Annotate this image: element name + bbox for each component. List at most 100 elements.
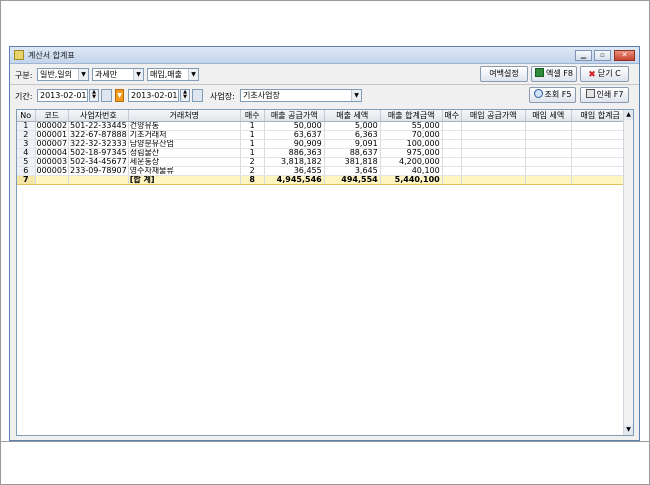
table-cell: 1: [240, 130, 265, 140]
table-cell: 2: [17, 130, 36, 140]
col-header[interactable]: 매입 합계금: [571, 110, 630, 122]
gubun-label: 구분:: [15, 71, 33, 80]
calendar-icon[interactable]: [101, 89, 112, 102]
table-cell: 1: [240, 121, 265, 131]
table-cell: 40,100: [380, 166, 443, 176]
tax-select[interactable]: 과세만 ▼: [92, 68, 144, 81]
table-cell: 322-67-87888: [68, 130, 129, 140]
close-label: 닫기 C: [597, 69, 621, 78]
date-from-input[interactable]: 2013-02-01: [37, 89, 88, 102]
summary-table: No 코드 사업자번호 거래처명 매수 매출 공급가액 매출 세액 매출 합계금…: [17, 110, 630, 185]
table-cell: [525, 157, 572, 167]
excel-label: 엑셀 F8: [546, 69, 573, 78]
site-select[interactable]: 기초사업장 ▼: [240, 89, 362, 102]
type-select[interactable]: 매입,매출 ▼: [147, 68, 199, 81]
calendar-icon[interactable]: [192, 89, 203, 102]
close-x-icon: ✖: [588, 70, 596, 80]
table-cell: [442, 166, 462, 176]
col-header[interactable]: 사업자번호: [68, 110, 129, 122]
table-cell: 70,000: [380, 130, 443, 140]
table-cell: 975,000: [380, 148, 443, 158]
minimize-icon[interactable]: ▁: [575, 50, 592, 61]
gubun-value: 일반,일의: [40, 70, 72, 79]
table-row[interactable]: 3 000007 322-32-32333 남양분유산업 1 90,909 9,091 100…: [17, 139, 630, 149]
summary-grid[interactable]: No 코드 사업자번호 거래처명 매수 매출 공급가액 매출 세액 매출 합계금…: [16, 109, 634, 436]
total-row[interactable]: 7 [합 계] 8 4,945,546 494,554 5,440,100: [17, 175, 630, 185]
period-toolbar: 기간: 2013-02-01 ▲ ▼ ▼ 2013-02-01 ▲ ▼ 사업장: 기…: [10, 86, 639, 108]
table-cell: 381,818: [324, 157, 381, 167]
margin-settings-label: 여백설정: [489, 69, 519, 78]
scroll-down-icon[interactable]: ▼: [624, 425, 633, 435]
col-header[interactable]: 매출 세액: [324, 110, 381, 122]
table-cell: 000005: [35, 166, 70, 176]
scroll-up-icon[interactable]: ▲: [624, 110, 633, 120]
table-cell: 6,363: [324, 130, 381, 140]
chevron-down-icon: ▼: [351, 90, 361, 101]
table-cell: [461, 148, 526, 158]
period-dropdown-button[interactable]: ▼: [115, 89, 124, 102]
table-row[interactable]: 1 000002 501-22-33445 건양유통 1 50,000 5,000 55,00…: [17, 121, 630, 131]
table-cell: [571, 130, 630, 140]
site-value: 기초사업장: [243, 91, 280, 100]
table-cell: 1: [17, 121, 36, 131]
gubun-select[interactable]: 일반,일의 ▼: [37, 68, 89, 81]
bottom-divider: [0, 441, 650, 442]
table-cell: [461, 130, 526, 140]
excel-button[interactable]: 엑셀 F8: [531, 66, 577, 82]
close-button[interactable]: ✖ 닫기 C: [580, 66, 629, 82]
col-header[interactable]: 매출 공급가액: [264, 110, 325, 122]
col-header[interactable]: No: [17, 110, 36, 122]
table-cell: [571, 121, 630, 131]
table-cell: 502-18-97345: [68, 148, 129, 158]
date-to-input[interactable]: 2013-02-01: [128, 89, 179, 102]
vertical-scrollbar[interactable]: ▲ ▼: [623, 110, 633, 435]
maximize-icon[interactable]: ▫: [594, 50, 611, 61]
table-cell: 000007: [35, 139, 70, 149]
date-to-spinner[interactable]: ▲ ▼: [180, 89, 190, 102]
table-cell: 영수자재물류: [128, 166, 241, 176]
col-header[interactable]: 매출 합계금액: [380, 110, 443, 122]
col-header[interactable]: 매수: [442, 110, 462, 122]
search-icon: [533, 89, 543, 98]
table-cell: [571, 175, 630, 185]
type-value: 매입,매출: [150, 70, 182, 79]
chevron-down-icon: ▼: [133, 69, 143, 80]
print-button[interactable]: 인쇄 F7: [580, 87, 629, 103]
table-cell: 3,818,182: [264, 157, 325, 167]
table-cell: 2: [240, 157, 265, 167]
table-row[interactable]: 5 000003 502-34-45677 세운통상 2 3,818,182 381,818…: [17, 157, 630, 167]
table-cell: [525, 130, 572, 140]
table-cell: 4: [17, 148, 36, 158]
col-header[interactable]: 매수: [240, 110, 265, 122]
table-cell: 5,000: [324, 121, 381, 131]
table-row[interactable]: 2 000001 322-67-87888 기초거래처 1 63,637 6,363 70,0…: [17, 130, 630, 140]
app-icon: [14, 50, 24, 60]
table-cell: 7: [17, 175, 36, 185]
table-cell: 8: [240, 175, 265, 185]
table-cell: 9,091: [324, 139, 381, 149]
table-cell: 322-32-32333: [68, 139, 129, 149]
table-row[interactable]: 6 000005 233-09-78907 영수자재물류 2 36,455 3,645 40,…: [17, 166, 630, 176]
title-bar: 계산서 합계표 ▁ ▫ ✕: [10, 47, 639, 64]
col-header[interactable]: 매입 공급가액: [461, 110, 526, 122]
table-cell: 88,637: [324, 148, 381, 158]
date-from-spinner[interactable]: ▲ ▼: [89, 89, 99, 102]
col-header[interactable]: 거래처명: [128, 110, 241, 122]
table-cell: [525, 148, 572, 158]
site-label: 사업장:: [210, 92, 235, 101]
search-button[interactable]: 조회 F5: [529, 87, 576, 103]
table-cell: 2: [240, 166, 265, 176]
table-cell: 501-22-33445: [68, 121, 129, 131]
margin-settings-button[interactable]: 여백설정: [480, 66, 528, 82]
table-cell: [525, 139, 572, 149]
tax-value: 과세만: [95, 70, 118, 79]
table-cell: [442, 121, 462, 131]
table-cell: 3,645: [324, 166, 381, 176]
table-cell: [442, 130, 462, 140]
table-row[interactable]: 4 000004 502-18-97345 성림물산 1 886,363 88,637 975…: [17, 148, 630, 158]
col-header[interactable]: 매입 세액: [525, 110, 572, 122]
table-cell: [525, 121, 572, 131]
table-cell: [461, 157, 526, 167]
col-header[interactable]: 코드: [35, 110, 70, 122]
window-close-icon[interactable]: ✕: [614, 50, 635, 61]
